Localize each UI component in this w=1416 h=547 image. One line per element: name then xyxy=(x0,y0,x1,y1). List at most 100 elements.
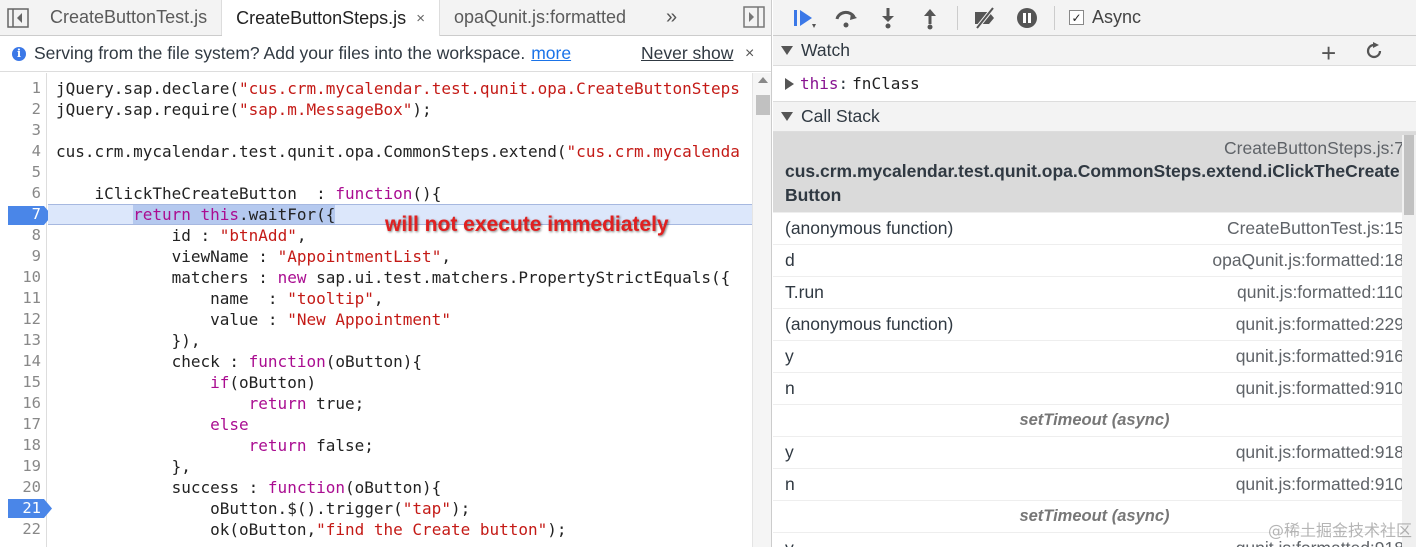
more-link[interactable]: more xyxy=(531,43,571,64)
step-out-icon xyxy=(924,8,936,29)
infobar-message: Serving from the file system? Add your f… xyxy=(34,43,526,63)
deactivate-breakpoints-button[interactable] xyxy=(964,3,1006,33)
code-line-12: value : "New Appointment" xyxy=(56,310,451,329)
refresh-icon[interactable] xyxy=(1365,42,1383,60)
never-show-link[interactable]: Never show xyxy=(641,43,733,64)
debugger-toggle-icon[interactable] xyxy=(743,6,765,28)
line-number[interactable]: 19 xyxy=(0,456,44,477)
call-frame-selected[interactable]: CreateButtonSteps.js:7 cus.crm.mycalenda… xyxy=(773,132,1416,213)
line-number[interactable]: 4 xyxy=(0,141,44,162)
frame-location: CreateButtonTest.js:15 xyxy=(1226,218,1404,238)
code-line-6: iClickTheCreateButton : function(){ xyxy=(56,184,442,203)
code-line-4: cus.crm.mycalendar.test.qunit.opa.Common… xyxy=(56,142,740,161)
pause-exceptions-icon xyxy=(1017,7,1037,28)
tab-opaqunit[interactable]: opaQunit.js:formatted xyxy=(440,0,640,35)
line-number[interactable]: 22 xyxy=(0,519,44,540)
step-over-button[interactable] xyxy=(825,3,867,33)
line-number[interactable]: 20 xyxy=(0,477,44,498)
async-checkbox[interactable]: ✓ xyxy=(1069,10,1084,25)
editor-tab-bar: CreateButtonTest.js CreateButtonSteps.js… xyxy=(0,0,771,36)
watch-title: Watch xyxy=(801,40,850,60)
code-line-16: return true; xyxy=(248,394,365,413)
line-number[interactable]: 16 xyxy=(0,393,44,414)
line-number[interactable]: 18 xyxy=(0,435,44,456)
close-tab-icon[interactable]: × xyxy=(416,10,425,27)
line-number[interactable]: 15 xyxy=(0,372,44,393)
frame-name: y xyxy=(785,442,794,462)
line-number[interactable]: 10 xyxy=(0,267,44,288)
tab-label: opaQunit.js:formatted xyxy=(453,7,627,27)
code-line-9: viewName : "AppointmentList", xyxy=(56,247,451,266)
code-line-2: jQuery.sap.require("sap.m.MessageBox"); xyxy=(56,100,432,119)
resume-icon xyxy=(794,9,816,28)
scrollbar-thumb[interactable] xyxy=(1404,135,1414,215)
code-line-20: success : function(oButton){ xyxy=(56,478,442,497)
frame-name: n xyxy=(785,378,795,398)
workspace-infobar: i Serving from the file system? Add your… xyxy=(0,36,771,72)
tab-createbuttontest[interactable]: CreateButtonTest.js xyxy=(36,0,223,35)
call-frame[interactable]: T.run qunit.js:formatted:110 xyxy=(773,277,1416,309)
debugger-toolbar: ✓ Async xyxy=(773,0,1416,36)
line-number[interactable]: 1 xyxy=(0,78,44,99)
more-tabs-icon[interactable]: » xyxy=(652,0,691,35)
frame-name: d xyxy=(785,250,795,270)
line-number[interactable]: 2 xyxy=(0,99,44,120)
line-number[interactable]: 3 xyxy=(0,120,44,141)
step-into-button[interactable] xyxy=(867,3,909,33)
navigator-toggle-icon[interactable] xyxy=(0,0,36,35)
resume-button[interactable] xyxy=(783,3,825,33)
line-number[interactable]: 6 xyxy=(0,183,44,204)
editor-scrollbar[interactable] xyxy=(752,73,771,547)
annotation-text: will not execute immediately xyxy=(385,213,669,236)
expand-triangle-icon[interactable] xyxy=(785,77,794,90)
call-frame[interactable]: n qunit.js:formatted:910 xyxy=(773,373,1416,405)
call-frame[interactable]: y qunit.js:formatted:918 xyxy=(773,437,1416,469)
code-line-11: name : "tooltip", xyxy=(56,289,384,308)
expand-triangle-icon xyxy=(781,46,793,55)
pause-on-exceptions-button[interactable] xyxy=(1006,3,1048,33)
watch-expression[interactable]: this: fnClass xyxy=(773,66,1416,102)
frame-location: qunit.js:formatted:229 xyxy=(1235,314,1404,334)
code-line-17: else xyxy=(210,415,249,434)
code-line-7: return this.waitFor({ xyxy=(133,205,336,224)
line-number[interactable]: 8 xyxy=(0,225,44,246)
sidebar-scrollbar[interactable] xyxy=(1402,135,1416,547)
tab-createbuttonsteps[interactable]: CreateButtonSteps.js × xyxy=(222,0,440,36)
code-line-15: if(oButton) xyxy=(210,373,317,392)
deactivate-breakpoints-icon xyxy=(975,6,995,29)
call-frame[interactable]: n qunit.js:formatted:910 xyxy=(773,469,1416,501)
frame-location: qunit.js:formatted:916 xyxy=(1235,346,1404,366)
line-number[interactable]: 13 xyxy=(0,330,44,351)
frame-location: qunit.js:formatted:110 xyxy=(1237,282,1404,302)
async-label: Async xyxy=(1092,7,1142,27)
step-out-button[interactable] xyxy=(909,3,951,33)
scroll-up-icon[interactable] xyxy=(758,77,768,83)
line-number[interactable]: 21 xyxy=(0,498,44,519)
scrollbar-thumb[interactable] xyxy=(756,95,770,115)
watch-section-header[interactable]: Watch + xyxy=(773,36,1416,69)
call-stack-section-header[interactable]: Call Stack xyxy=(773,102,1416,132)
line-number[interactable]: 12 xyxy=(0,309,44,330)
call-stack-list: CreateButtonSteps.js:7 cus.crm.mycalenda… xyxy=(773,132,1416,547)
code-line-19: }, xyxy=(56,457,191,476)
watermark: @稀土掘金技术社区 xyxy=(1267,521,1412,540)
code-line-1: jQuery.sap.declare("cus.crm.mycalendar.t… xyxy=(56,79,740,98)
code-editor[interactable]: 1 2 3 4 5 6 7 8 9 10 11 12 13 14 15 16 17 18 19 20 21 22 jQue… xyxy=(0,73,771,547)
line-gutter[interactable]: 1 2 3 4 5 6 7 8 9 10 11 12 13 14 15 16 17 18 19 20 21 22 xyxy=(0,73,52,547)
frame-name: n xyxy=(785,474,795,494)
line-number[interactable]: 17 xyxy=(0,414,44,435)
close-infobar-icon[interactable]: × xyxy=(745,45,754,63)
line-number[interactable]: 14 xyxy=(0,351,44,372)
call-frame[interactable]: (anonymous function) qunit.js:formatted:2… xyxy=(773,309,1416,341)
add-watch-icon[interactable]: + xyxy=(1321,38,1336,69)
line-number[interactable]: 11 xyxy=(0,288,44,309)
expand-triangle-icon xyxy=(781,112,793,121)
line-number[interactable]: 5 xyxy=(0,162,44,183)
call-frame[interactable]: d opaQunit.js:formatted:18 xyxy=(773,245,1416,277)
line-number[interactable]: 7 xyxy=(0,204,44,225)
frame-name: T.run xyxy=(785,282,824,302)
call-frame[interactable]: y qunit.js:formatted:916 xyxy=(773,341,1416,373)
call-frame[interactable]: (anonymous function) CreateButtonTest.js:… xyxy=(773,213,1416,245)
code-line-13: }), xyxy=(56,331,201,350)
line-number[interactable]: 9 xyxy=(0,246,44,267)
